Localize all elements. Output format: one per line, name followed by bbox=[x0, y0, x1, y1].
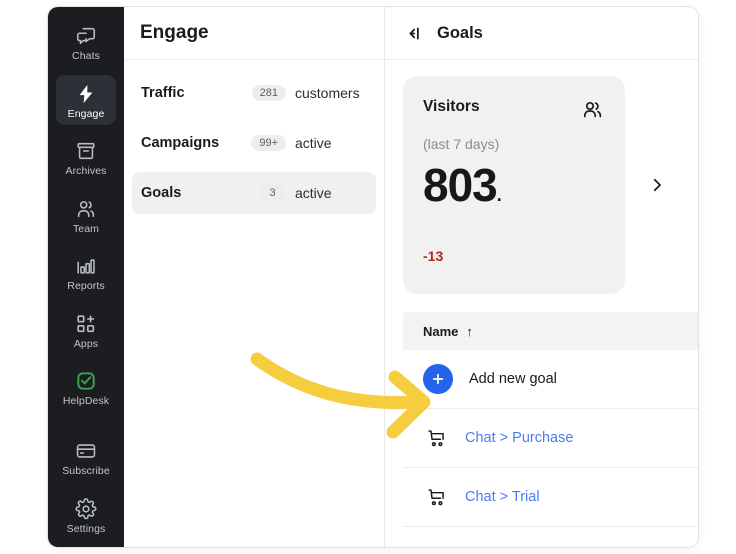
engage-row-campaigns[interactable]: Campaigns 99+ active bbox=[132, 122, 376, 164]
engage-panel: Engage Traffic 281 customers Campaigns 9… bbox=[124, 7, 385, 547]
chevron-right-icon[interactable] bbox=[645, 173, 669, 197]
team-icon bbox=[75, 197, 97, 221]
engage-row-unit: customers bbox=[295, 85, 360, 101]
rail-label-helpdesk: HelpDesk bbox=[62, 395, 110, 407]
rail-item-chats[interactable]: Chats bbox=[56, 17, 116, 68]
engage-row-label: Traffic bbox=[141, 85, 185, 101]
goals-title: Goals bbox=[437, 23, 483, 42]
people-icon bbox=[581, 98, 605, 127]
rail-item-reports[interactable]: Reports bbox=[56, 247, 116, 298]
sort-ascending-icon: ↑ bbox=[466, 323, 473, 339]
engage-row-goals[interactable]: Goals 3 active bbox=[132, 172, 376, 214]
rail-label-engage: Engage bbox=[67, 107, 105, 120]
rail-item-helpdesk[interactable]: HelpDesk bbox=[56, 362, 116, 413]
engage-row-traffic[interactable]: Traffic 281 customers bbox=[132, 72, 376, 114]
goal-row-chat-trial[interactable]: Chat > Trial bbox=[403, 468, 698, 527]
stat-card-title: Visitors bbox=[423, 98, 480, 115]
primary-nav-rail: Chats Engage Archives Team Reports Apps … bbox=[48, 7, 124, 547]
rail-item-subscribe[interactable]: Subscribe bbox=[56, 432, 116, 483]
stat-card-value-suffix: . bbox=[496, 185, 502, 205]
engage-row-count-badge: 3 bbox=[259, 185, 286, 201]
card-icon bbox=[75, 439, 97, 463]
rail-label-apps: Apps bbox=[73, 337, 99, 350]
goals-panel: Goals Visitors (last 7 days) 803. -13 Na… bbox=[385, 7, 698, 547]
column-header-name: Name bbox=[423, 323, 459, 339]
bolt-icon bbox=[75, 82, 97, 106]
add-new-goal-row[interactable]: Add new goal bbox=[403, 350, 698, 409]
apps-icon bbox=[75, 312, 97, 336]
stat-card-delta: -13 bbox=[423, 248, 444, 264]
archive-icon bbox=[75, 139, 97, 163]
stat-card-header: Visitors bbox=[423, 98, 605, 127]
chats-icon bbox=[75, 24, 97, 48]
rail-label-reports: Reports bbox=[67, 280, 105, 292]
add-new-goal-plus-button[interactable] bbox=[423, 364, 453, 394]
rail-item-team[interactable]: Team bbox=[56, 190, 116, 241]
rail-item-archives[interactable]: Archives bbox=[56, 132, 116, 183]
rail-item-engage[interactable]: Engage bbox=[56, 74, 116, 125]
rail-label-archives: Archives bbox=[65, 165, 107, 177]
reports-icon bbox=[75, 254, 97, 278]
goals-table: Name ↑ Add new goal Chat > Purchase Chat… bbox=[385, 312, 698, 527]
stat-card-number: 803 bbox=[423, 159, 498, 211]
engage-row-count-badge: 99+ bbox=[251, 135, 286, 151]
engage-row-count-badge: 281 bbox=[251, 85, 286, 101]
app-window: Chats Engage Archives Team Reports Apps … bbox=[48, 7, 698, 547]
visitors-stat-card[interactable]: Visitors (last 7 days) 803. -13 bbox=[403, 76, 625, 294]
rail-label-team: Team bbox=[72, 222, 100, 235]
rail-item-apps[interactable]: Apps bbox=[56, 305, 116, 356]
engage-panel-header: Engage bbox=[124, 7, 384, 60]
gear-icon bbox=[75, 497, 97, 521]
stat-card-value: 803. bbox=[423, 162, 605, 208]
engage-list: Traffic 281 customers Campaigns 99+ acti… bbox=[124, 60, 384, 222]
goals-panel-header: Goals bbox=[385, 7, 698, 60]
engage-row-unit: active bbox=[295, 185, 332, 201]
engage-row-label: Goals bbox=[141, 185, 182, 201]
page-title: Engage bbox=[140, 22, 209, 43]
engage-row-unit: active bbox=[295, 135, 332, 151]
engage-row-label: Campaigns bbox=[141, 135, 220, 151]
plus-icon bbox=[432, 373, 444, 385]
helpdesk-icon bbox=[75, 369, 97, 393]
cart-icon bbox=[423, 487, 449, 508]
stat-card-subtitle: (last 7 days) bbox=[423, 136, 500, 152]
goal-link-label[interactable]: Chat > Purchase bbox=[465, 430, 573, 446]
goal-link-label[interactable]: Chat > Trial bbox=[465, 489, 540, 505]
goal-row-chat-purchase[interactable]: Chat > Purchase bbox=[403, 409, 698, 468]
rail-item-settings[interactable]: Settings bbox=[56, 490, 116, 541]
cart-icon bbox=[423, 428, 449, 449]
rail-label-chats: Chats bbox=[72, 50, 100, 62]
rail-label-settings: Settings bbox=[66, 522, 106, 535]
goals-table-header[interactable]: Name ↑ bbox=[403, 312, 698, 350]
add-new-goal-label: Add new goal bbox=[469, 371, 557, 387]
rail-label-subscribe: Subscribe bbox=[62, 465, 110, 477]
stat-card-carousel: Visitors (last 7 days) 803. -13 bbox=[385, 60, 698, 294]
collapse-panel-icon[interactable] bbox=[403, 23, 423, 43]
